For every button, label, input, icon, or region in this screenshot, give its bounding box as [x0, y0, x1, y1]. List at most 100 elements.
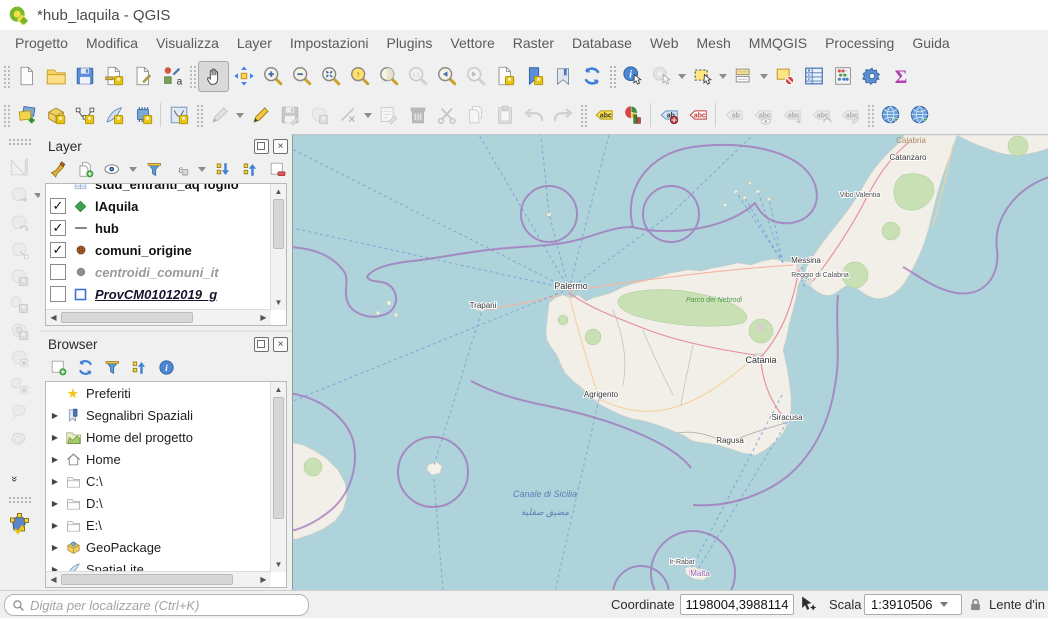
locator-search-input[interactable]: Digita per localizzare (Ctrl+K) [4, 594, 309, 616]
show-layout-manager-icon[interactable] [128, 62, 157, 91]
toolbar-grip[interactable] [866, 103, 874, 127]
toolbar-grip[interactable] [8, 496, 32, 504]
chevron-down-icon[interactable] [129, 167, 137, 172]
processing-toolbox-icon[interactable] [857, 62, 886, 91]
map-canvas[interactable]: TrapaniPalermoParco dei NebrodiMessinaRe… [292, 134, 1048, 591]
open-layer-styling-icon[interactable] [46, 158, 70, 181]
add-group-icon[interactable] [73, 158, 97, 181]
layers-horizontal-scrollbar[interactable]: ◀ ▶ [46, 309, 271, 325]
coordinate-input[interactable]: 1198004,3988114 [680, 594, 794, 615]
browser-item[interactable]: ▶E:\ [46, 514, 271, 536]
pan-map-icon[interactable] [198, 61, 229, 92]
layer-item[interactable]: ✓lAquila [46, 195, 271, 217]
save-project-icon[interactable] [70, 62, 99, 91]
menu-raster[interactable]: Raster [504, 30, 563, 57]
scale-combo[interactable]: 1:3910506 [864, 594, 962, 615]
new-spatial-bookmark-icon[interactable]: * [519, 62, 548, 91]
new-virtual-layer-icon[interactable]: * [164, 101, 193, 130]
new-map-view-icon[interactable]: * [490, 62, 519, 91]
browser-item[interactable]: ▶C:\ [46, 470, 271, 492]
checkbox-unchecked[interactable] [50, 286, 66, 302]
mouse-extents-toggle-icon[interactable] [798, 594, 818, 617]
checkbox-checked[interactable]: ✓ [50, 220, 66, 236]
menu-database[interactable]: Database [563, 30, 641, 57]
expander-icon[interactable]: ▶ [50, 411, 60, 420]
filter-legend-icon[interactable] [142, 158, 166, 181]
layers-panel-float-icon[interactable] [254, 139, 269, 154]
pin-labels-icon[interactable]: ab [654, 101, 683, 130]
browser-item[interactable]: ▶SpatiaLite [46, 558, 271, 572]
highlight-pinned-labels-icon[interactable]: abc [683, 101, 712, 130]
menu-vettore[interactable]: Vettore [441, 30, 503, 57]
toolbar-overflow-icon[interactable]: » [8, 476, 20, 480]
deselect-features-icon[interactable] [770, 62, 799, 91]
menu-visualizza[interactable]: Visualizza [147, 30, 228, 57]
menu-guida[interactable]: Guida [903, 30, 958, 57]
browser-item[interactable]: ▶D:\ [46, 492, 271, 514]
zoom-to-selection-icon[interactable]: ! [345, 62, 374, 91]
toolbar-grip[interactable] [188, 64, 196, 88]
expander-icon[interactable]: ▶ [50, 543, 60, 552]
browser-refresh-icon[interactable] [73, 356, 97, 379]
layer-item[interactable]: ProvCM01012019_g [46, 283, 271, 305]
select-features-by-value-icon[interactable] [729, 62, 758, 91]
style-manager-icon[interactable]: a [157, 62, 186, 91]
new-print-layout-icon[interactable]: * [99, 62, 128, 91]
zoom-out-icon[interactable] [287, 62, 316, 91]
menu-mmqgis[interactable]: MMQGIS [740, 30, 816, 57]
new-geopackage-layer-icon[interactable]: * [41, 101, 70, 130]
menu-progetto[interactable]: Progetto [6, 30, 77, 57]
filter-expression-icon[interactable]: ε [169, 158, 193, 181]
toolbar-grip[interactable] [2, 64, 10, 88]
identify-features-icon[interactable]: i [618, 62, 647, 91]
toolbar-grip[interactable] [195, 103, 203, 127]
checkbox-unchecked[interactable] [50, 264, 66, 280]
new-project-icon[interactable] [12, 62, 41, 91]
browser-collapse-icon[interactable] [127, 356, 151, 379]
chevron-down-icon[interactable] [678, 74, 686, 79]
menu-web[interactable]: Web [641, 30, 688, 57]
statistical-summary-icon[interactable]: Σ [886, 62, 915, 91]
expand-all-icon[interactable] [211, 158, 235, 181]
collapse-all-icon[interactable] [238, 158, 262, 181]
layer-item[interactable]: ✓stud_entranti_aq foglio [46, 184, 271, 195]
remove-layer-icon[interactable] [265, 158, 289, 181]
show-spatial-bookmarks-icon[interactable] [548, 62, 577, 91]
toggle-editing-icon[interactable] [246, 101, 275, 130]
browser-panel-close-icon[interactable]: × [273, 337, 288, 352]
select-features-icon[interactable] [688, 62, 717, 91]
new-temporary-scratch-layer-icon[interactable]: * [128, 101, 157, 130]
zoom-to-layer-icon[interactable] [374, 62, 403, 91]
browser-horizontal-scrollbar[interactable]: ◀ ▶ [46, 571, 271, 587]
browser-properties-icon[interactable]: i [154, 356, 178, 379]
layers-panel-close-icon[interactable]: × [273, 139, 288, 154]
browser-item[interactable]: ▶Home del progetto [46, 426, 271, 448]
chevron-down-icon[interactable] [198, 167, 206, 172]
lock-scale-icon[interactable] [968, 597, 983, 615]
browser-item[interactable]: ▶Segnalibri Spaziali [46, 404, 271, 426]
browser-filter-icon[interactable] [100, 356, 124, 379]
manage-map-themes-icon[interactable] [100, 158, 124, 181]
expander-icon[interactable]: ▶ [50, 521, 60, 530]
zoom-last-icon[interactable] [432, 62, 461, 91]
zoom-in-icon[interactable] [258, 62, 287, 91]
checkbox-checked[interactable]: ✓ [50, 198, 66, 214]
vertex-tool-active-icon[interactable] [4, 508, 33, 537]
menu-processing[interactable]: Processing [816, 30, 903, 57]
expander-icon[interactable]: ▶ [50, 477, 60, 486]
browser-item[interactable]: ▶GeoPackage [46, 536, 271, 558]
chevron-down-icon[interactable] [364, 113, 372, 118]
browser-panel-float-icon[interactable] [254, 337, 269, 352]
chevron-down-icon[interactable] [236, 113, 244, 118]
browser-item[interactable]: ▶Home [46, 448, 271, 470]
refresh-icon[interactable] [577, 62, 606, 91]
expander-icon[interactable]: ▶ [50, 455, 60, 464]
new-shapefile-layer-icon[interactable]: * [70, 101, 99, 130]
zoom-full-icon[interactable] [316, 62, 345, 91]
menu-plugins[interactable]: Plugins [377, 30, 441, 57]
menu-impostazioni[interactable]: Impostazioni [281, 30, 378, 57]
toolbar-grip[interactable] [2, 103, 10, 127]
layers-vertical-scrollbar[interactable]: ▲ ▼ [270, 184, 286, 310]
chevron-down-icon[interactable] [719, 74, 727, 79]
add-wms-layer-icon[interactable] [905, 101, 934, 130]
